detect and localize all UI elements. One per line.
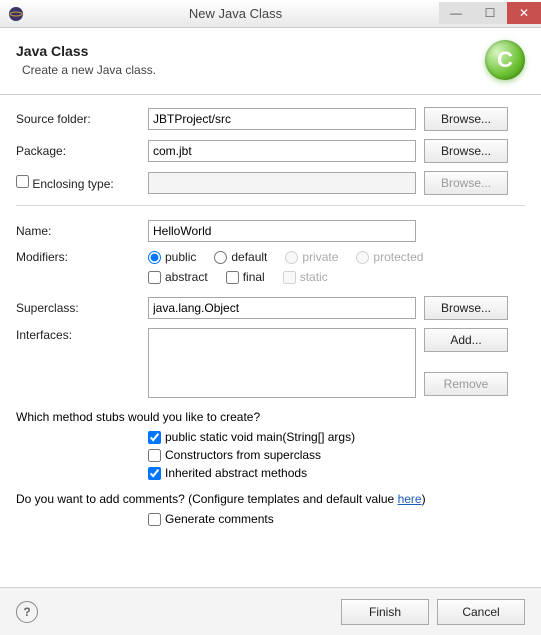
modifier-public[interactable]: public bbox=[148, 250, 196, 264]
enclosing-type-label: Enclosing type: bbox=[16, 175, 148, 191]
name-input[interactable] bbox=[148, 220, 416, 242]
window-titlebar: New Java Class — ☐ ✕ bbox=[0, 0, 541, 28]
banner-title: Java Class bbox=[16, 43, 156, 59]
eclipse-icon bbox=[6, 4, 26, 24]
stub-main-checkbox[interactable] bbox=[148, 431, 161, 444]
package-label: Package: bbox=[16, 144, 148, 158]
banner: Java Class Create a new Java class. C bbox=[0, 28, 541, 95]
source-folder-input[interactable] bbox=[148, 108, 416, 130]
modifier-default[interactable]: default bbox=[214, 250, 267, 264]
browse-enclosing-button: Browse... bbox=[424, 171, 508, 195]
maximize-button[interactable]: ☐ bbox=[473, 2, 507, 24]
name-label: Name: bbox=[16, 224, 148, 238]
source-folder-label: Source folder: bbox=[16, 112, 148, 126]
generate-comments-checkbox[interactable] bbox=[148, 513, 161, 526]
browse-superclass-button[interactable]: Browse... bbox=[424, 296, 508, 320]
stub-constructors-checkbox[interactable] bbox=[148, 449, 161, 462]
interfaces-label: Interfaces: bbox=[16, 328, 148, 342]
modifier-protected: protected bbox=[356, 250, 423, 264]
package-input[interactable] bbox=[148, 140, 416, 162]
interfaces-list[interactable] bbox=[148, 328, 416, 398]
add-interface-button[interactable]: Add... bbox=[424, 328, 508, 352]
enclosing-type-checkbox[interactable] bbox=[16, 175, 29, 188]
minimize-button[interactable]: — bbox=[439, 2, 473, 24]
superclass-label: Superclass: bbox=[16, 301, 148, 315]
stub-constructors-label: Constructors from superclass bbox=[165, 448, 321, 462]
window-title: New Java Class bbox=[32, 6, 439, 21]
class-icon: C bbox=[485, 40, 525, 80]
modifiers-label: Modifiers: bbox=[16, 250, 148, 264]
help-icon[interactable]: ? bbox=[16, 601, 38, 623]
generate-comments-label: Generate comments bbox=[165, 512, 274, 526]
finish-button[interactable]: Finish bbox=[341, 599, 429, 625]
stub-inherited-label: Inherited abstract methods bbox=[165, 466, 307, 480]
stubs-question: Which method stubs would you like to cre… bbox=[16, 410, 525, 424]
modifier-private: private bbox=[285, 250, 338, 264]
modifier-static: static bbox=[283, 270, 328, 284]
banner-subtitle: Create a new Java class. bbox=[22, 63, 156, 77]
superclass-input[interactable] bbox=[148, 297, 416, 319]
browse-package-button[interactable]: Browse... bbox=[424, 139, 508, 163]
enclosing-type-input bbox=[148, 172, 416, 194]
modifier-abstract[interactable]: abstract bbox=[148, 270, 208, 284]
footer: ? Finish Cancel bbox=[0, 587, 541, 635]
close-button[interactable]: ✕ bbox=[507, 2, 541, 24]
browse-source-button[interactable]: Browse... bbox=[424, 107, 508, 131]
remove-interface-button: Remove bbox=[424, 372, 508, 396]
cancel-button[interactable]: Cancel bbox=[437, 599, 525, 625]
comments-question: Do you want to add comments? (Configure … bbox=[16, 492, 525, 506]
modifier-final[interactable]: final bbox=[226, 270, 265, 284]
stub-main-label: public static void main(String[] args) bbox=[165, 430, 355, 444]
stub-inherited-checkbox[interactable] bbox=[148, 467, 161, 480]
configure-link[interactable]: here bbox=[398, 492, 422, 506]
